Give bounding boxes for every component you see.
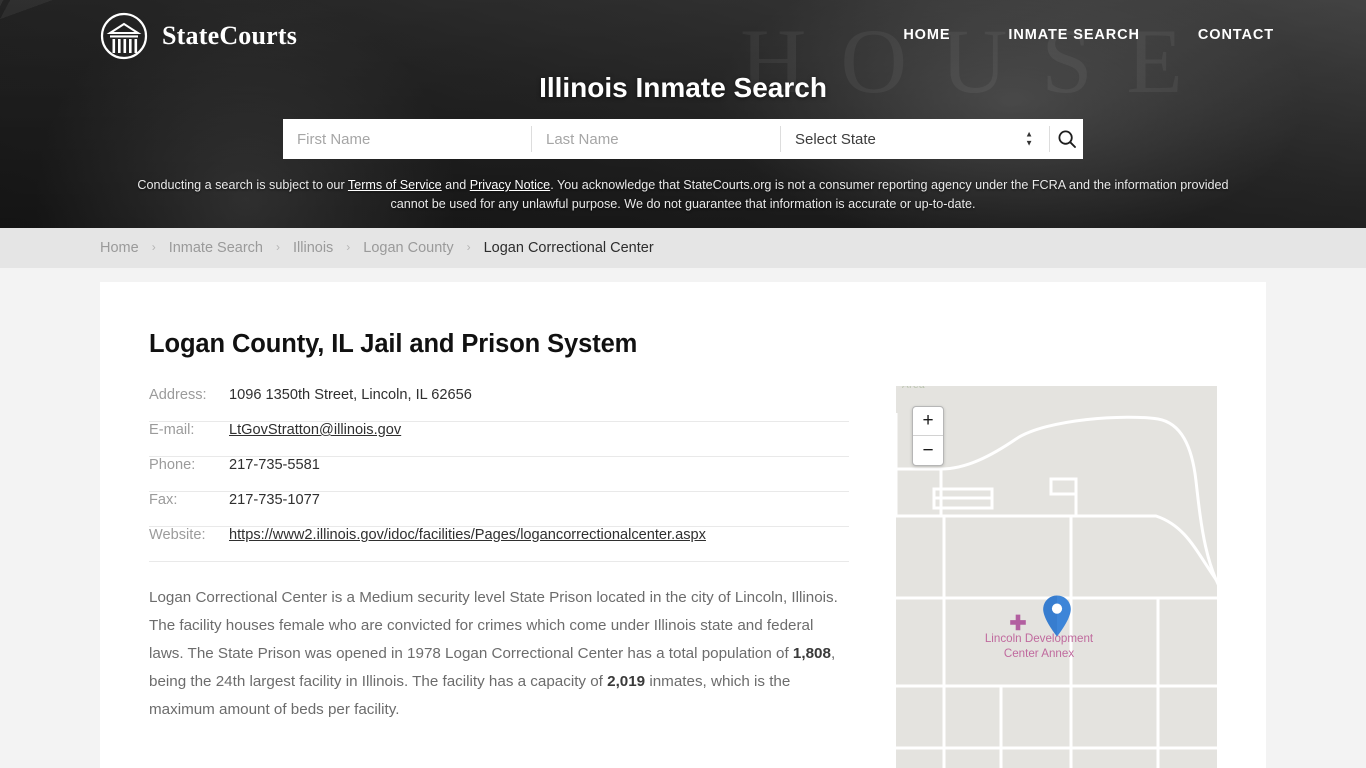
page-body: Logan County, IL Jail and Prison System … <box>0 268 1366 768</box>
info-label-website: Website: <box>149 527 206 543</box>
info-value-address: 1096 1350th Street, Lincoln, IL 62656 <box>229 387 472 403</box>
map-road-network <box>896 413 1217 768</box>
courthouse-circle-icon <box>100 12 148 60</box>
site-logo[interactable]: StateCourts <box>100 12 297 60</box>
info-value-fax: 217-735-1077 <box>229 492 320 508</box>
info-label-email: E-mail: <box>149 422 195 438</box>
table-row: Website: https://www2.illinois.gov/idoc/… <box>149 527 849 562</box>
chevron-right-icon: › <box>151 240 156 254</box>
map-poi-label: Lincoln Development Center Annex <box>954 631 1124 661</box>
breadcrumb-link-home[interactable]: Home <box>100 240 139 256</box>
search-submit-button[interactable] <box>1049 126 1083 152</box>
site-header: HOUSE StateCourts HOME INMATE SEARCH CON… <box>0 0 1366 228</box>
table-row: Fax: 217-735-1077 <box>149 492 849 527</box>
table-row: E-mail: LtGovStratton@illinois.gov <box>149 422 849 457</box>
breadcrumb-link-inmate-search[interactable]: Inmate Search <box>169 240 263 256</box>
facility-location-map[interactable]: Area + − Lincoln Development Center Anne… <box>896 386 1217 768</box>
chevron-right-icon: › <box>346 240 351 254</box>
state-select[interactable]: Select State ▲ ▼ <box>781 119 1049 159</box>
magnifier-icon <box>1057 129 1077 149</box>
info-label-fax: Fax: <box>149 492 178 508</box>
nav-item-home[interactable]: HOME <box>903 27 950 43</box>
breadcrumb-item-home: Home › <box>100 240 169 256</box>
total-population-value: 1,808 <box>792 645 831 662</box>
main-navigation: HOME INMATE SEARCH CONTACT <box>903 27 1274 43</box>
description-segment-1: Logan Correctional Center is a Medium se… <box>149 589 838 662</box>
info-value-phone: 217-735-5581 <box>229 457 320 473</box>
map-area-label: Area <box>902 386 925 391</box>
inmate-search-bar: Select State ▲▼ <box>283 119 1083 159</box>
privacy-notice-link[interactable]: Privacy Notice <box>470 178 550 192</box>
breadcrumb-link-illinois[interactable]: Illinois <box>293 240 333 256</box>
map-pin-icon[interactable] <box>1042 594 1072 643</box>
breadcrumb: Home › Inmate Search › Illinois › Logan … <box>0 228 1366 268</box>
last-name-input[interactable] <box>532 119 780 159</box>
content-card: Logan County, IL Jail and Prison System … <box>100 282 1266 768</box>
poi-label-line-2: Center Annex <box>1003 647 1075 660</box>
disclaimer-text-2: and <box>441 178 470 192</box>
facility-info-table: Address: 1096 1350th Street, Lincoln, IL… <box>149 387 849 562</box>
info-label-phone: Phone: <box>149 457 196 473</box>
zoom-in-button[interactable]: + <box>913 407 943 436</box>
brand-name: StateCourts <box>162 21 298 50</box>
poi-label-line-1: Lincoln Development <box>984 632 1094 645</box>
chevron-right-icon: › <box>466 240 471 254</box>
capacity-value: 2,019 <box>607 673 646 690</box>
search-disclaimer: Conducting a search is subject to our Te… <box>125 176 1241 214</box>
zoom-out-button[interactable]: − <box>913 436 943 465</box>
breadcrumb-item-inmate-search: Inmate Search › <box>169 240 293 256</box>
table-row: Address: 1096 1350th Street, Lincoln, IL… <box>149 387 849 422</box>
page-title: Logan County, IL Jail and Prison System <box>149 330 638 358</box>
breadcrumb-item-illinois: Illinois › <box>293 240 363 256</box>
hero-title: Illinois Inmate Search <box>539 72 827 103</box>
breadcrumb-current-label: Logan Correctional Center <box>483 240 654 256</box>
email-link[interactable]: LtGovStratton@illinois.gov <box>229 422 401 438</box>
website-link[interactable]: https://www2.illinois.gov/idoc/facilitie… <box>229 527 706 543</box>
nav-item-contact[interactable]: CONTACT <box>1198 27 1274 43</box>
breadcrumb-link-logan-county[interactable]: Logan County <box>363 240 453 256</box>
facility-description: Logan Correctional Center is a Medium se… <box>149 584 849 724</box>
disclaimer-text-1: Conducting a search is subject to our <box>137 178 348 192</box>
chevron-right-icon: › <box>276 240 280 254</box>
info-value-email: LtGovStratton@illinois.gov <box>229 422 401 438</box>
info-label-address: Address: <box>149 387 207 403</box>
state-select-value: Select State <box>795 130 876 148</box>
breadcrumb-item-logan-county: Logan County › <box>363 240 483 256</box>
first-name-input[interactable] <box>283 119 531 159</box>
up-down-chevron-icon: ▲ ▼ <box>1025 129 1033 148</box>
info-value-website: https://www2.illinois.gov/idoc/facilitie… <box>229 527 706 543</box>
breadcrumb-item-current: Logan Correctional Center <box>484 240 654 256</box>
terms-of-service-link[interactable]: Terms of Service <box>348 178 442 192</box>
map-zoom-controls: + − <box>912 406 944 466</box>
table-row: Phone: 217-735-5581 <box>149 457 849 492</box>
nav-item-inmate-search[interactable]: INMATE SEARCH <box>1008 27 1139 43</box>
